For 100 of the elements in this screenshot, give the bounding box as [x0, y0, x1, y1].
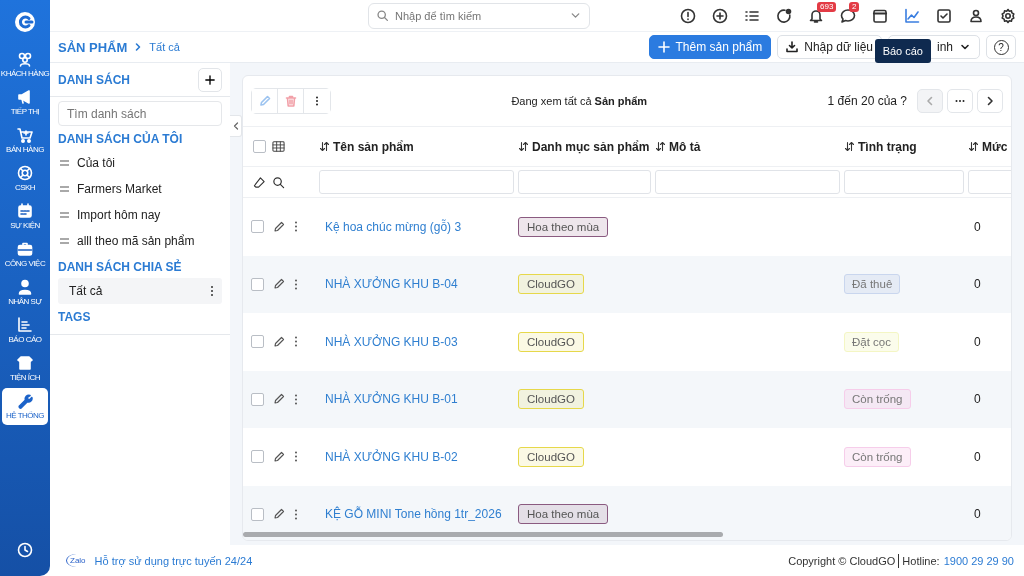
settings-icon[interactable] [1000, 7, 1016, 24]
cart-icon [17, 127, 33, 143]
user-icon[interactable] [968, 7, 984, 24]
column-header[interactable]: Danh mục sản phẩm [532, 139, 650, 154]
sort-icon[interactable] [655, 141, 666, 152]
search-field[interactable]: Nhập để tìm kiếm [368, 3, 590, 29]
row-checkbox[interactable] [251, 220, 264, 234]
product-link[interactable]: NHÀ XƯỞNG KHU B-03 [319, 334, 458, 349]
sort-icon[interactable] [319, 141, 330, 152]
tooltip: Báo cáo [874, 39, 931, 63]
filter-field[interactable] [319, 170, 514, 194]
product-link[interactable]: NHÀ XƯỞNG KHU B-04 [319, 277, 458, 292]
kebab-icon[interactable] [294, 221, 298, 233]
column-header[interactable]: Tên sản phẩm [333, 139, 414, 154]
add-icon[interactable] [712, 7, 728, 24]
pagination-text: 1 đến 20 của ? [827, 94, 907, 108]
list-item[interactable]: Của tôi [50, 150, 230, 176]
section-heading: DANH SÁCH CHIA SẺ [57, 258, 183, 276]
column-header[interactable]: Mức [982, 139, 1008, 154]
chevron-right-icon [985, 96, 995, 106]
kebab-icon[interactable] [294, 278, 298, 290]
select-all-checkbox[interactable] [253, 140, 266, 153]
activity-icon[interactable] [776, 7, 792, 24]
clock-icon[interactable] [17, 542, 33, 558]
pencil-icon[interactable] [273, 335, 285, 348]
calendar-icon[interactable] [872, 7, 888, 24]
list-item[interactable]: Tất cả [58, 278, 222, 304]
import-button[interactable]: Nhập dữ liệu [777, 35, 882, 59]
pencil-icon[interactable] [273, 508, 285, 521]
status-tag: Đã thuê [844, 274, 901, 295]
row-checkbox[interactable] [251, 392, 264, 406]
row-checkbox[interactable] [251, 277, 264, 291]
briefcase-icon [17, 241, 33, 257]
kebab-icon[interactable] [294, 451, 298, 463]
table-icon[interactable] [272, 140, 285, 153]
pencil-icon[interactable] [273, 278, 285, 291]
nav-item[interactable]: SỰ KIỆN [2, 198, 48, 235]
pencil-icon[interactable] [273, 393, 285, 406]
list-search-field[interactable]: Tìm danh sách [58, 101, 222, 126]
scrollbar[interactable] [243, 532, 723, 537]
add-list-button[interactable] [198, 67, 222, 92]
kebab-icon[interactable] [210, 285, 214, 297]
line-chart-icon[interactable] [904, 7, 920, 24]
list-item[interactable]: Farmers Market [50, 176, 230, 202]
nav-item[interactable]: BÁN HÀNG [2, 122, 48, 159]
nav-item[interactable]: KHÁCH HÀNG [2, 46, 48, 83]
plus-icon [205, 73, 215, 86]
sort-icon[interactable] [844, 141, 855, 152]
row-checkbox[interactable] [251, 450, 264, 464]
nav-item[interactable]: CSKH [2, 160, 48, 197]
help-button[interactable]: ? [986, 35, 1016, 59]
row-checkbox[interactable] [251, 507, 264, 521]
pencil-icon[interactable] [273, 450, 285, 463]
row-checkbox[interactable] [251, 335, 264, 349]
nav-item[interactable]: TIỆN ÍCH [2, 350, 48, 387]
drag-handle-icon [60, 160, 69, 166]
alert-icon[interactable] [680, 7, 696, 24]
status-tag: Còn trống [844, 389, 911, 410]
nav-item[interactable]: HỆ THỐNG [2, 388, 48, 425]
hotline-link[interactable]: 1900 29 29 90 [943, 554, 1014, 567]
filter-field[interactable] [844, 170, 964, 194]
kebab-icon[interactable] [294, 336, 298, 348]
bell-icon[interactable] [808, 7, 824, 24]
filter-field[interactable] [518, 170, 651, 194]
chat-icon[interactable] [840, 7, 856, 24]
page-title: SẢN PHẨM [58, 39, 128, 55]
column-header[interactable]: Mô tả [669, 139, 701, 154]
product-link[interactable]: KỆ GỖ MINI Tone hồng 1tr_2026 [319, 507, 502, 522]
product-link[interactable]: NHÀ XƯỞNG KHU B-01 [319, 392, 458, 407]
search-icon[interactable] [272, 175, 285, 189]
sort-icon[interactable] [518, 141, 529, 152]
megaphone-icon [17, 89, 33, 105]
table-cell-text: 0 [973, 334, 981, 349]
pencil-icon[interactable] [273, 220, 285, 233]
collapse-button[interactable] [230, 115, 242, 137]
product-link[interactable]: Kệ hoa chúc mừng (gỗ) 3 [319, 219, 462, 234]
product-link[interactable]: NHÀ XƯỞNG KHU B-02 [319, 449, 458, 464]
breadcrumb-link[interactable]: Tất cả [149, 41, 180, 53]
lifebuoy-icon [17, 165, 33, 181]
next-page-button[interactable] [977, 89, 1003, 113]
zalo-logo: Zalo [66, 554, 87, 567]
table-cell-text: 0 [973, 507, 981, 522]
status-tag: Đặt cọc [844, 331, 899, 352]
eraser-icon[interactable] [253, 175, 266, 189]
hotline-label: Hotline: [902, 554, 940, 567]
filter-field[interactable] [655, 170, 840, 194]
kebab-icon[interactable] [294, 393, 298, 405]
list-item[interactable]: alll theo mã sản phẩm [50, 228, 230, 254]
support-link[interactable]: Hỗ trợ sử dụng trực tuyến 24/24 [94, 554, 253, 567]
checkbox-icon[interactable] [936, 7, 952, 24]
column-header[interactable]: Tình trạng [858, 139, 917, 154]
nav-item[interactable]: BÁO CÁO [2, 312, 48, 349]
add-product-button[interactable]: Thêm sản phẩm [648, 35, 772, 59]
nav-item[interactable]: TIẾP THỊ [2, 84, 48, 121]
list-item[interactable]: Import hôm nay [50, 202, 230, 228]
sort-icon[interactable] [968, 141, 979, 152]
nav-item[interactable]: NHÂN SỰ [2, 274, 48, 311]
kebab-icon[interactable] [294, 508, 298, 520]
nav-item[interactable]: CÔNG VIỆC [2, 236, 48, 273]
filter-field[interactable] [968, 170, 1011, 194]
